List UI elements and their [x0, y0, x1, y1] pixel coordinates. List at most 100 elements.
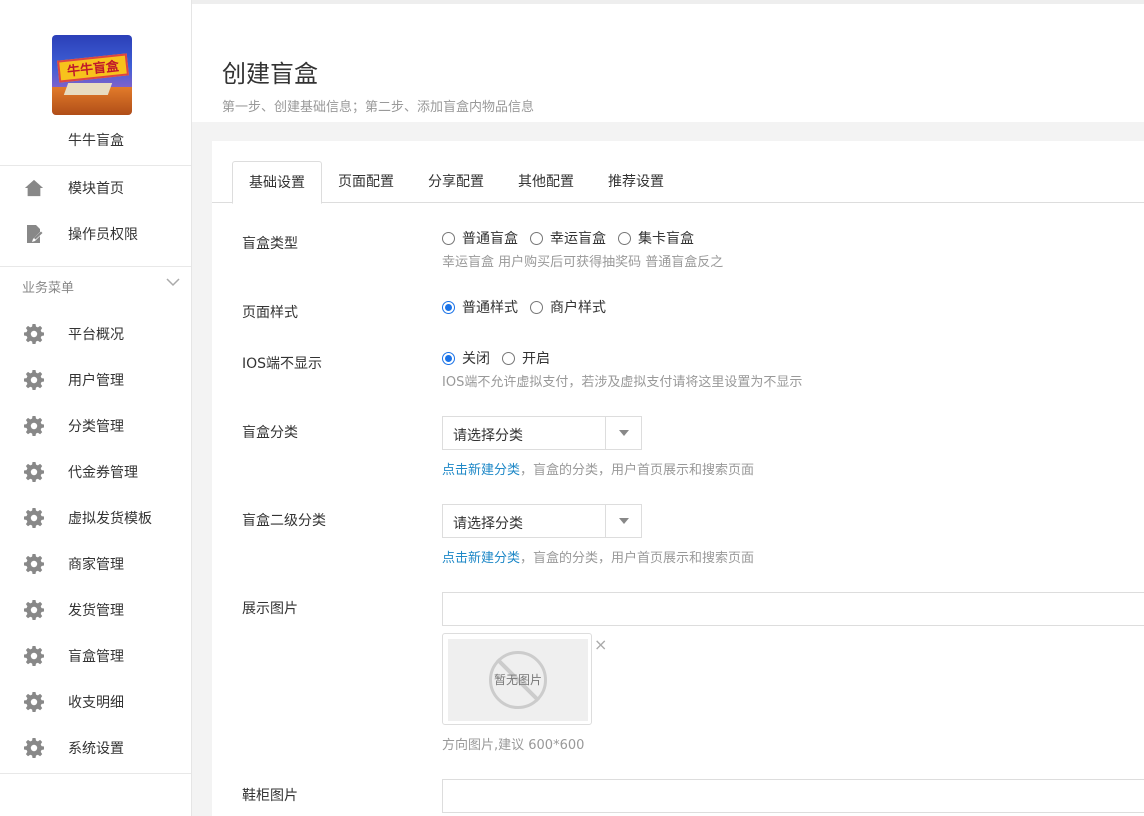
radio-button-checked[interactable] — [442, 351, 455, 365]
sidebar-item-label: 操作员权限 — [68, 227, 138, 243]
sub-category-help: 点击新建分类，盲盒的分类，用户首页展示和搜索页面 — [442, 547, 754, 566]
sidebar: 牛牛盲盒 牛牛盲盒 模块首页 操作员权限 业务菜单 平台概况 用户管理 分类管理… — [0, 0, 192, 816]
select-value: 请选择分类 — [453, 516, 523, 532]
tab-share-config[interactable]: 分享配置 — [412, 161, 500, 203]
box-type-option-normal[interactable]: 普通盲盒 — [442, 228, 518, 248]
sidebar-item-label: 分类管理 — [68, 419, 124, 435]
radio-button[interactable] — [442, 231, 455, 245]
radio-button[interactable] — [530, 231, 543, 245]
sidebar-item-shipping-management[interactable]: 发货管理 — [0, 587, 191, 633]
category-select[interactable]: 请选择分类 — [442, 416, 642, 450]
home-icon — [24, 178, 44, 198]
sidebar-item-label: 平台概况 — [68, 327, 124, 343]
page-subtitle: 第一步、创建基础信息；第二步、添加盲盒内物品信息 — [222, 100, 535, 115]
tab-basic-settings[interactable]: 基础设置 — [232, 161, 322, 204]
ios-hide-label: IOS端不显示 — [242, 356, 323, 372]
page-style-radio-group: 普通样式 商户样式 — [442, 297, 618, 317]
logo-box — [63, 83, 113, 95]
sidebar-item-home[interactable]: 模块首页 — [0, 165, 191, 211]
tab-page-config[interactable]: 页面配置 — [322, 161, 410, 203]
radio-button[interactable] — [618, 231, 631, 245]
tab-bar: 基础设置 页面配置 分享配置 其他配置 推荐设置 — [212, 161, 1144, 204]
sidebar-item-label: 系统设置 — [68, 741, 124, 757]
sidebar-item-label: 收支明细 — [68, 695, 124, 711]
caret-down-icon — [605, 417, 641, 449]
cabinet-image-input[interactable] — [442, 779, 1144, 813]
sidebar-item-label: 模块首页 — [68, 181, 124, 197]
sidebar-divider — [0, 773, 191, 774]
caret-down-icon — [605, 505, 641, 537]
app-name: 牛牛盲盒 — [68, 133, 124, 149]
sub-category-select[interactable]: 请选择分类 — [442, 504, 642, 538]
new-category-link[interactable]: 点击新建分类 — [442, 551, 520, 566]
sidebar-item-blindbox-management[interactable]: 盲盒管理 — [0, 633, 191, 679]
display-image-preview[interactable]: 暂无图片 — [442, 633, 592, 725]
page-style-option-normal[interactable]: 普通样式 — [442, 297, 518, 317]
page-title: 创建盲盒 — [222, 60, 318, 88]
page-style-option-merchant[interactable]: 商户样式 — [530, 297, 606, 317]
sidebar-brand: 牛牛盲盒 牛牛盲盒 — [0, 0, 191, 166]
radio-button[interactable] — [530, 300, 543, 314]
box-type-radio-group: 普通盲盒 幸运盲盒 集卡盲盒 — [442, 228, 706, 248]
ios-hide-option-off[interactable]: 关闭 — [442, 348, 490, 368]
box-type-option-lucky[interactable]: 幸运盲盒 — [530, 228, 606, 248]
page-style-label: 页面样式 — [242, 305, 298, 321]
no-image-text: 暂无图片 — [493, 673, 542, 687]
radio-button-checked[interactable] — [442, 300, 455, 314]
logo-text: 牛牛盲盒 — [57, 53, 129, 83]
category-help: 点击新建分类，盲盒的分类，用户首页展示和搜索页面 — [442, 459, 754, 478]
box-type-help: 幸运盲盒 用户购买后可获得抽奖码 普通盲盒反之 — [442, 255, 724, 270]
sidebar-item-income-expense[interactable]: 收支明细 — [0, 679, 191, 725]
gear-icon — [24, 600, 44, 620]
tab-other-config[interactable]: 其他配置 — [502, 161, 590, 203]
sub-category-help-text: ，盲盒的分类，用户首页展示和搜索页面 — [520, 551, 755, 566]
radio-button[interactable] — [502, 351, 515, 365]
gear-icon — [24, 508, 44, 528]
gear-icon — [24, 324, 44, 344]
sidebar-item-system-settings[interactable]: 系统设置 — [0, 725, 191, 771]
sidebar-item-voucher-management[interactable]: 代金券管理 — [0, 449, 191, 495]
document-edit-icon — [24, 224, 44, 244]
chevron-down-icon — [166, 275, 180, 291]
gear-icon — [24, 646, 44, 666]
gear-icon — [24, 738, 44, 758]
sidebar-item-operator-permissions[interactable]: 操作员权限 — [0, 211, 191, 257]
display-image-label: 展示图片 — [242, 601, 298, 617]
category-help-text: ，盲盒的分类，用户首页展示和搜索页面 — [520, 463, 755, 478]
display-image-input[interactable] — [442, 592, 1144, 626]
cabinet-image-label: 鞋柜图片 — [242, 788, 298, 804]
gear-icon — [24, 692, 44, 712]
box-type-option-card[interactable]: 集卡盲盒 — [618, 228, 694, 248]
sidebar-section-business[interactable]: 业务菜单 — [0, 266, 191, 306]
sidebar-item-virtual-shipping-template[interactable]: 虚拟发货模板 — [0, 495, 191, 541]
sub-category-label: 盲盒二级分类 — [242, 513, 326, 529]
sidebar-item-label: 虚拟发货模板 — [68, 511, 152, 527]
ios-hide-radio-group: 关闭 开启 — [442, 348, 562, 368]
sidebar-item-label: 代金券管理 — [68, 465, 138, 481]
sidebar-item-label: 商家管理 — [68, 557, 124, 573]
display-image-help: 方向图片,建议 600*600 — [442, 738, 585, 753]
sidebar-item-merchant-management[interactable]: 商家管理 — [0, 541, 191, 587]
close-icon[interactable]: × — [594, 635, 607, 654]
ios-hide-help: IOS端不允许虚拟支付，若涉及虚拟支付请将这里设置为不显示 — [442, 375, 803, 390]
app-logo[interactable]: 牛牛盲盒 — [52, 35, 132, 115]
sidebar-item-platform-overview[interactable]: 平台概况 — [0, 311, 191, 357]
gear-icon — [24, 416, 44, 436]
ios-hide-option-on[interactable]: 开启 — [502, 348, 550, 368]
tab-recommend-settings[interactable]: 推荐设置 — [592, 161, 680, 203]
sidebar-item-label: 盲盒管理 — [68, 649, 124, 665]
new-category-link[interactable]: 点击新建分类 — [442, 463, 520, 478]
image-placeholder: 暂无图片 — [448, 639, 588, 721]
form-card: 基础设置 页面配置 分享配置 其他配置 推荐设置 盲盒类型 普通盲盒 幸运盲盒 … — [212, 141, 1144, 816]
gear-icon — [24, 462, 44, 482]
select-value: 请选择分类 — [453, 428, 523, 444]
sidebar-item-label: 发货管理 — [68, 603, 124, 619]
sidebar-item-category-management[interactable]: 分类管理 — [0, 403, 191, 449]
sidebar-item-label: 用户管理 — [68, 373, 124, 389]
gear-icon — [24, 554, 44, 574]
page-header: 创建盲盒 第一步、创建基础信息；第二步、添加盲盒内物品信息 — [192, 0, 1144, 122]
section-label: 业务菜单 — [22, 281, 75, 296]
gear-icon — [24, 370, 44, 390]
sidebar-item-user-management[interactable]: 用户管理 — [0, 357, 191, 403]
category-label: 盲盒分类 — [242, 425, 298, 441]
